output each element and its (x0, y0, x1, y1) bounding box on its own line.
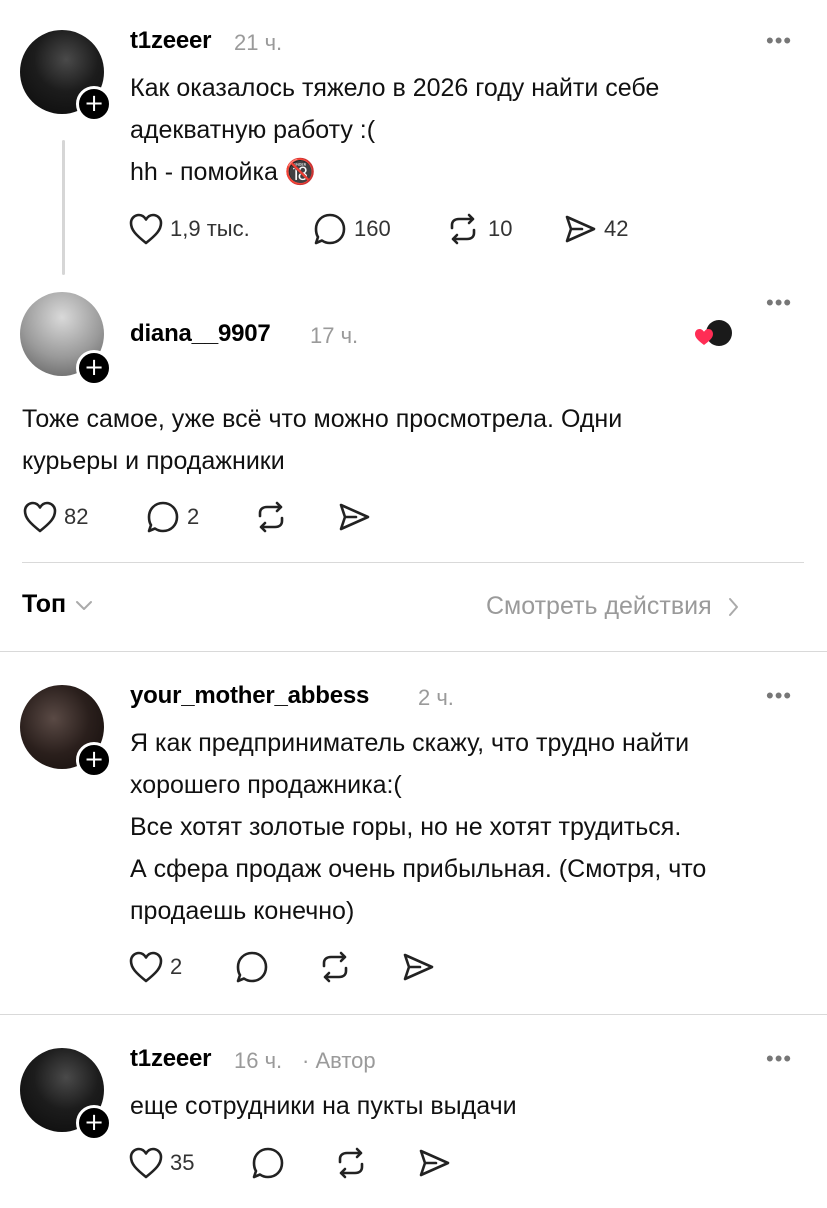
reply-text-line: курьеры и продажники (22, 447, 285, 475)
divider (0, 651, 827, 652)
more-icon[interactable]: ••• (766, 1046, 792, 1072)
share-icon (419, 1149, 450, 1177)
follow-plus-icon[interactable]: + (76, 1105, 112, 1141)
heart-icon (23, 501, 57, 533)
repost-button[interactable] (316, 950, 354, 984)
thread-line (62, 140, 65, 275)
post-time: 21 ч. (234, 30, 283, 55)
share-icon (565, 215, 596, 243)
reply-button[interactable] (250, 1146, 286, 1180)
heart-icon (129, 1147, 163, 1179)
follow-plus-icon[interactable]: + (76, 350, 112, 386)
comment-text-line: Я как предприниматель скажу, что трудно … (130, 729, 690, 757)
repost-icon (338, 1147, 364, 1179)
like-button[interactable]: 82 (22, 500, 88, 534)
comment-username[interactable]: your_mother_abbess (130, 682, 369, 710)
reply-count: 160 (354, 216, 391, 241)
share-icon (403, 953, 434, 981)
post-text-line: Как оказалось тяжело в 2026 году найти с… (130, 74, 660, 102)
follow-plus-icon[interactable]: + (76, 742, 112, 778)
like-button[interactable]: 1,9 тыс. (128, 212, 250, 246)
comment-time: 2 ч. (418, 685, 454, 710)
chevron-right-icon (728, 597, 738, 616)
reply-button[interactable] (234, 950, 270, 984)
reply-button[interactable]: 160 (312, 212, 391, 246)
heart-filled-icon (695, 329, 713, 345)
divider (22, 562, 804, 563)
sort-dropdown[interactable]: Топ (22, 590, 94, 619)
like-count: 1,9 тыс. (170, 216, 250, 241)
liked-by-author-badge (694, 320, 734, 350)
like-button[interactable]: 35 (128, 1146, 194, 1180)
repost-button[interactable]: 10 (444, 212, 512, 246)
reply-count: 2 (187, 504, 200, 529)
repost-icon (450, 213, 476, 245)
more-icon[interactable]: ••• (766, 28, 792, 54)
divider (0, 1014, 827, 1015)
reply-username[interactable]: diana__9907 (130, 320, 271, 348)
reply-time: 17 ч. (310, 323, 359, 348)
post-text-line: адекватную работу :( (130, 116, 376, 144)
more-icon[interactable]: ••• (766, 683, 792, 709)
like-count: 82 (64, 504, 89, 529)
post-text-line: hh - помойка 🔞 (130, 158, 316, 186)
like-count: 2 (170, 954, 183, 979)
share-button[interactable] (416, 1146, 452, 1180)
comment-text-line: еще сотрудники на пукты выдачи (130, 1092, 517, 1120)
repost-button[interactable] (332, 1146, 370, 1180)
share-button[interactable] (400, 950, 436, 984)
comment-text-line: продаешь конечно) (130, 897, 355, 925)
repost-icon (258, 501, 284, 533)
comment-text-line: хорошего продажника:( (130, 771, 402, 799)
reply-button[interactable]: 2 (145, 500, 199, 534)
heart-icon (129, 951, 163, 983)
chevron-down-icon (76, 600, 93, 610)
share-button[interactable]: 42 (562, 212, 628, 246)
comment-icon (314, 213, 346, 245)
repost-icon (322, 951, 348, 983)
comment-text-line: Все хотят золотые горы, но не хотят труд… (130, 813, 682, 841)
like-count: 35 (170, 1150, 195, 1175)
follow-plus-icon[interactable]: + (76, 86, 112, 122)
heart-icon (129, 213, 163, 245)
sort-label: Топ (22, 590, 67, 618)
comment-text-line: А сфера продаж очень прибыльная. (Смотря… (130, 855, 707, 883)
comment-username[interactable]: t1zeeer (130, 1045, 212, 1073)
like-button[interactable]: 2 (128, 950, 182, 984)
post-username[interactable]: t1zeeer (130, 27, 212, 55)
repost-button[interactable] (252, 500, 290, 534)
comment-icon (147, 501, 179, 533)
view-activity-label: Смотреть действия (486, 592, 712, 620)
comment-icon (252, 1147, 284, 1179)
more-icon[interactable]: ••• (766, 290, 792, 316)
share-button[interactable] (336, 500, 372, 534)
share-icon (339, 503, 370, 531)
view-activity-link[interactable]: Смотреть действия (486, 592, 740, 621)
repost-count: 10 (488, 216, 513, 241)
reply-text-line: Тоже самое, уже всё что можно просмотрел… (22, 405, 623, 433)
share-count: 42 (604, 216, 629, 241)
comment-icon (236, 951, 268, 983)
author-tag: · Автор (302, 1048, 376, 1073)
comment-time: 16 ч. (234, 1048, 283, 1073)
